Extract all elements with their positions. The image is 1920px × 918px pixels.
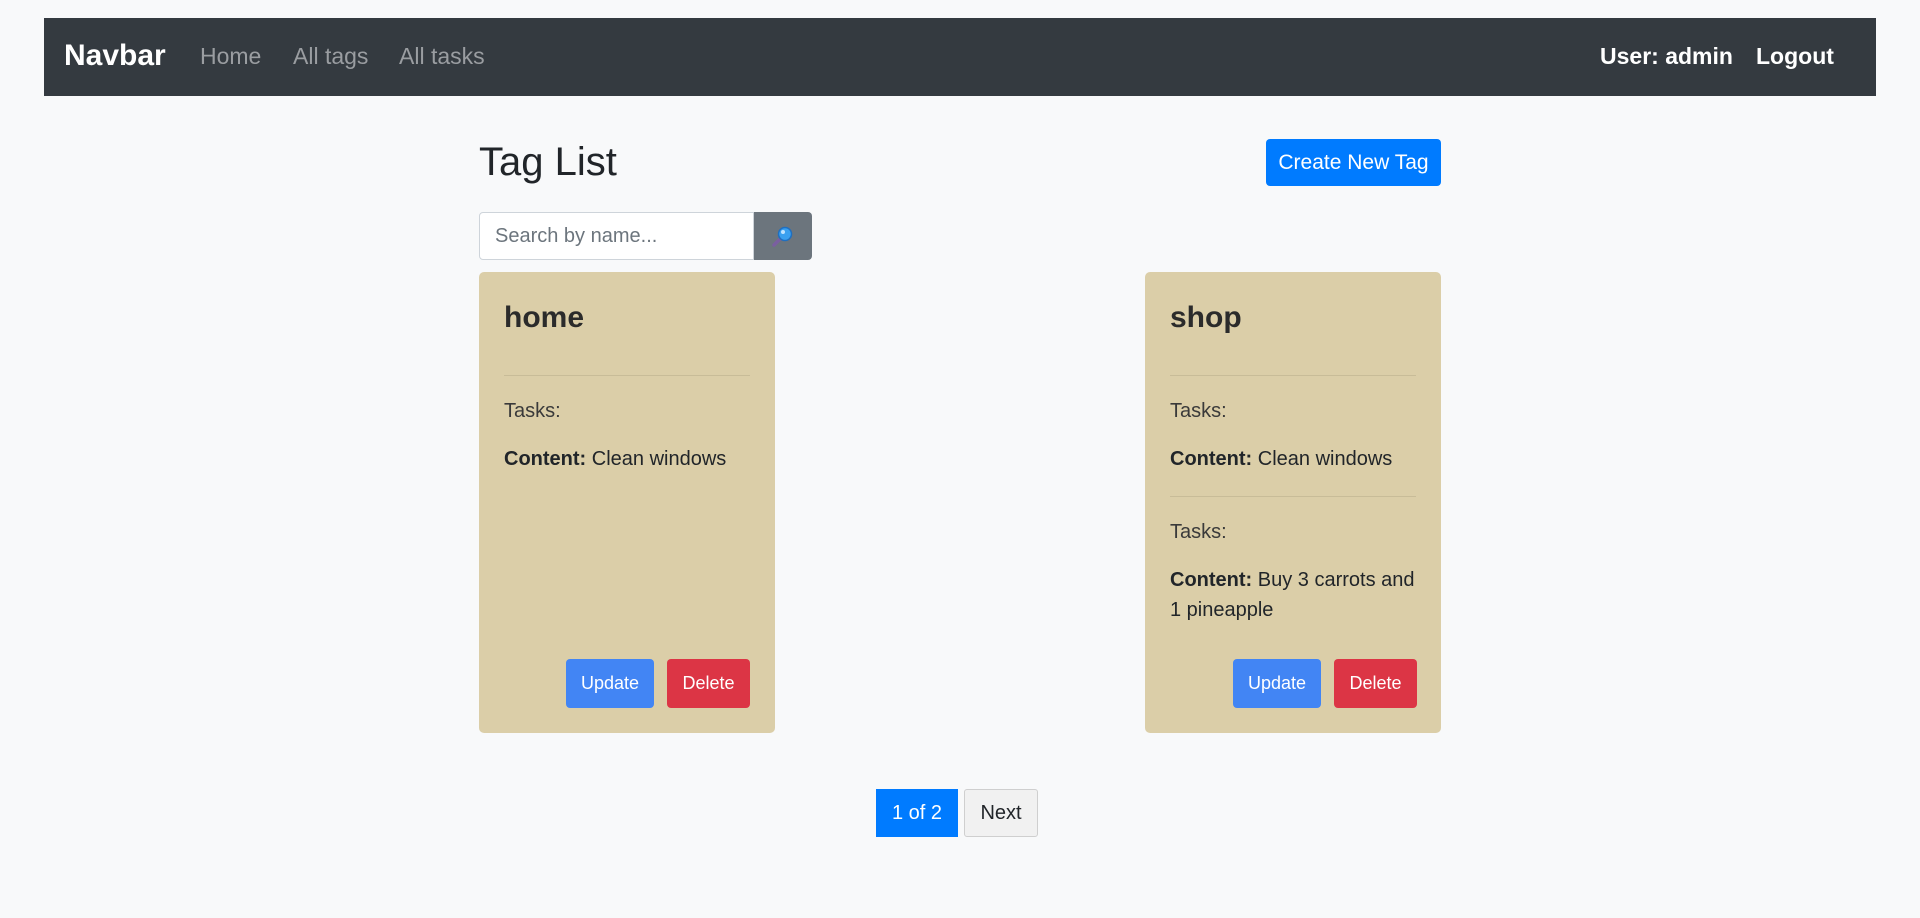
card-divider [1170, 375, 1416, 376]
delete-button[interactable]: Delete [667, 659, 750, 708]
task-content: Content: Buy 3 carrots and 1 pineapple [1170, 565, 1420, 625]
nav-link-home[interactable]: Home [200, 42, 261, 70]
tag-card-title: shop [1170, 301, 1242, 334]
update-button[interactable]: Update [1233, 659, 1321, 708]
tasks-label: Tasks: [1170, 521, 1227, 543]
delete-button[interactable]: Delete [1334, 659, 1417, 708]
user-label: User: admin [1600, 43, 1733, 69]
content-value: Clean windows [591, 448, 727, 470]
content-label: Content: [1170, 448, 1253, 470]
tag-card-title: home [504, 301, 585, 334]
card-divider [504, 375, 750, 376]
content-label: Content: [1170, 569, 1253, 591]
search-input[interactable] [479, 212, 754, 260]
tag-card-shop: shop Tasks: Content: Clean windows Tasks… [1145, 272, 1441, 733]
search-button[interactable] [754, 212, 812, 260]
pagination-next-button[interactable]: Next [964, 789, 1038, 837]
update-button[interactable]: Update [566, 659, 654, 708]
tasks-label: Tasks: [1170, 400, 1227, 422]
task-content: Content: Clean windows [504, 444, 754, 474]
navbar-brand[interactable]: Navbar [64, 38, 166, 74]
page-title: Tag List [479, 140, 617, 184]
task-content: Content: Clean windows [1170, 444, 1420, 474]
content-label: Content: [504, 448, 587, 470]
nav-link-all-tasks[interactable]: All tasks [399, 42, 485, 70]
nav-link-all-tags[interactable]: All tags [293, 42, 368, 70]
card-divider [1170, 496, 1416, 497]
magnifier-icon [772, 226, 793, 247]
navbar: Navbar Home All tags All tasks User: adm… [44, 18, 1876, 96]
logout-link[interactable]: Logout [1756, 42, 1834, 70]
create-new-tag-button[interactable]: Create New Tag [1266, 139, 1441, 186]
tag-card-home: home Tasks: Content: Clean windows Updat… [479, 272, 775, 733]
content-value: Clean windows [1257, 448, 1393, 470]
pagination-current-page[interactable]: 1 of 2 [876, 789, 958, 837]
tasks-label: Tasks: [504, 400, 561, 422]
